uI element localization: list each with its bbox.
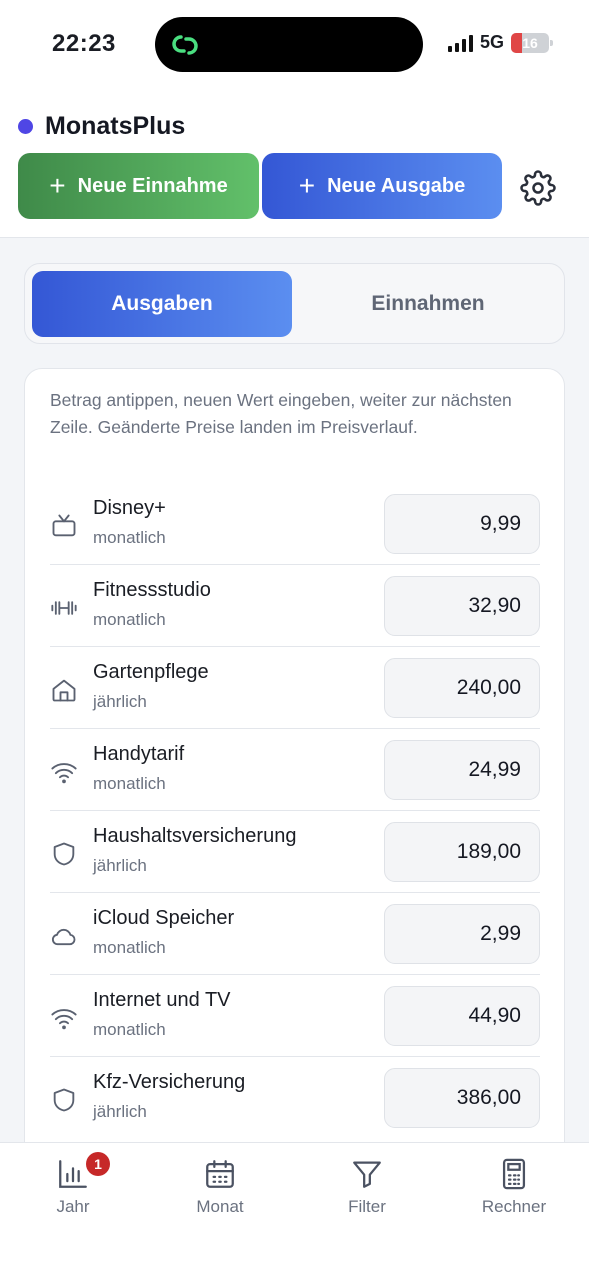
item-name: Handytarif [93, 743, 185, 765]
item-name: Disney+ [93, 497, 166, 519]
cloud-icon [51, 928, 76, 946]
plus-icon: + [49, 170, 66, 201]
app-header: MonatsPlus + Neue Einnahme + Neue Ausgab… [0, 90, 589, 238]
expense-list-card: Betrag antippen, neuen Wert eingeben, we… [24, 368, 565, 1268]
new-income-label: Neue Einnahme [77, 174, 228, 197]
item-period: monatlich [93, 774, 166, 793]
tab-filter[interactable]: Filter [312, 1157, 422, 1217]
item-period: monatlich [93, 1020, 166, 1039]
list-item: Internet und TV monatlich [50, 975, 540, 1057]
battery-icon: 16 [511, 32, 553, 53]
type-segmented-control: Ausgaben Einnahmen [24, 263, 565, 344]
tv-icon [52, 514, 76, 537]
dumbbell-icon [51, 601, 77, 615]
item-name: iCloud Speicher [93, 907, 235, 929]
shield-icon [53, 1088, 75, 1112]
amount-input[interactable] [384, 576, 540, 636]
status-bar: 22:23 5G 16 [0, 0, 589, 90]
new-income-button[interactable]: + Neue Einnahme [18, 153, 259, 219]
signal-icon [447, 34, 473, 52]
tab-label: Monat [196, 1197, 244, 1216]
tab-month[interactable]: Monat [165, 1157, 275, 1217]
item-name: Gartenpflege [93, 661, 209, 683]
home-icon [52, 679, 76, 702]
item-name: Kfz-Versicherung [93, 1071, 246, 1093]
list-item: Handytarif monatlich [50, 729, 540, 811]
list-item: iCloud Speicher monatlich [50, 893, 540, 975]
tab-income[interactable]: Einnahmen [298, 271, 558, 337]
item-name: Haushaltsversicherung [93, 825, 297, 847]
notification-badge: 1 [86, 1152, 110, 1176]
link-icon [172, 35, 198, 55]
item-period: jährlich [93, 692, 147, 711]
status-time: 22:23 [52, 30, 116, 57]
tab-expenses[interactable]: Ausgaben [32, 271, 292, 337]
list-item: Haushaltsversicherung jährlich [50, 811, 540, 893]
gear-icon[interactable] [520, 170, 556, 206]
item-period: monatlich [93, 938, 166, 957]
plus-icon: + [298, 170, 316, 201]
list-item: Gartenpflege jährlich [50, 647, 540, 729]
dynamic-island [155, 17, 423, 72]
bar-chart-icon [59, 1160, 87, 1188]
amount-input[interactable] [384, 822, 540, 882]
list-item: Fitnessstudio monatlich [50, 565, 540, 647]
calendar-icon [206, 1160, 234, 1188]
tab-label: Filter [348, 1197, 386, 1216]
tab-calculator[interactable]: Rechner [459, 1157, 569, 1217]
amount-input[interactable] [384, 740, 540, 800]
amount-input[interactable] [384, 494, 540, 554]
status-indicators: 5G 16 [447, 32, 553, 53]
network-label: 5G [479, 32, 504, 52]
brand: MonatsPlus [18, 112, 185, 141]
item-period: monatlich [93, 610, 166, 629]
item-period: jährlich [93, 1102, 147, 1121]
amount-input[interactable] [384, 904, 540, 964]
tab-label: Jahr [56, 1197, 90, 1216]
amount-input[interactable] [384, 658, 540, 718]
brand-dot [18, 119, 33, 134]
battery-level: 16 [522, 34, 538, 51]
new-expense-button[interactable]: + Neue Ausgabe [262, 153, 502, 219]
item-period: monatlich [93, 528, 166, 547]
tab-year[interactable]: 1 Jahr [18, 1152, 128, 1217]
edit-hint: Betrag antippen, neuen Wert eingeben, we… [50, 390, 512, 437]
bottom-tab-bar: 1 Jahr Monat Filter Rechner [0, 1142, 589, 1278]
tab-label: Rechner [481, 1197, 547, 1216]
item-name: Internet und TV [93, 989, 231, 1011]
wifi-icon [51, 763, 77, 784]
list-item: Disney+ monatlich [50, 483, 540, 565]
filter-icon [353, 1161, 381, 1188]
amount-input[interactable] [384, 986, 540, 1046]
amount-input[interactable] [384, 1068, 540, 1128]
calculator-icon [502, 1158, 526, 1190]
list-item: Kfz-Versicherung jährlich [50, 1057, 540, 1139]
wifi-icon [51, 1009, 77, 1030]
shield-icon [53, 842, 75, 866]
app-title: MonatsPlus [45, 112, 186, 140]
item-period: jährlich [93, 856, 147, 875]
item-name: Fitnessstudio [93, 579, 211, 601]
new-expense-label: Neue Ausgabe [327, 174, 466, 197]
